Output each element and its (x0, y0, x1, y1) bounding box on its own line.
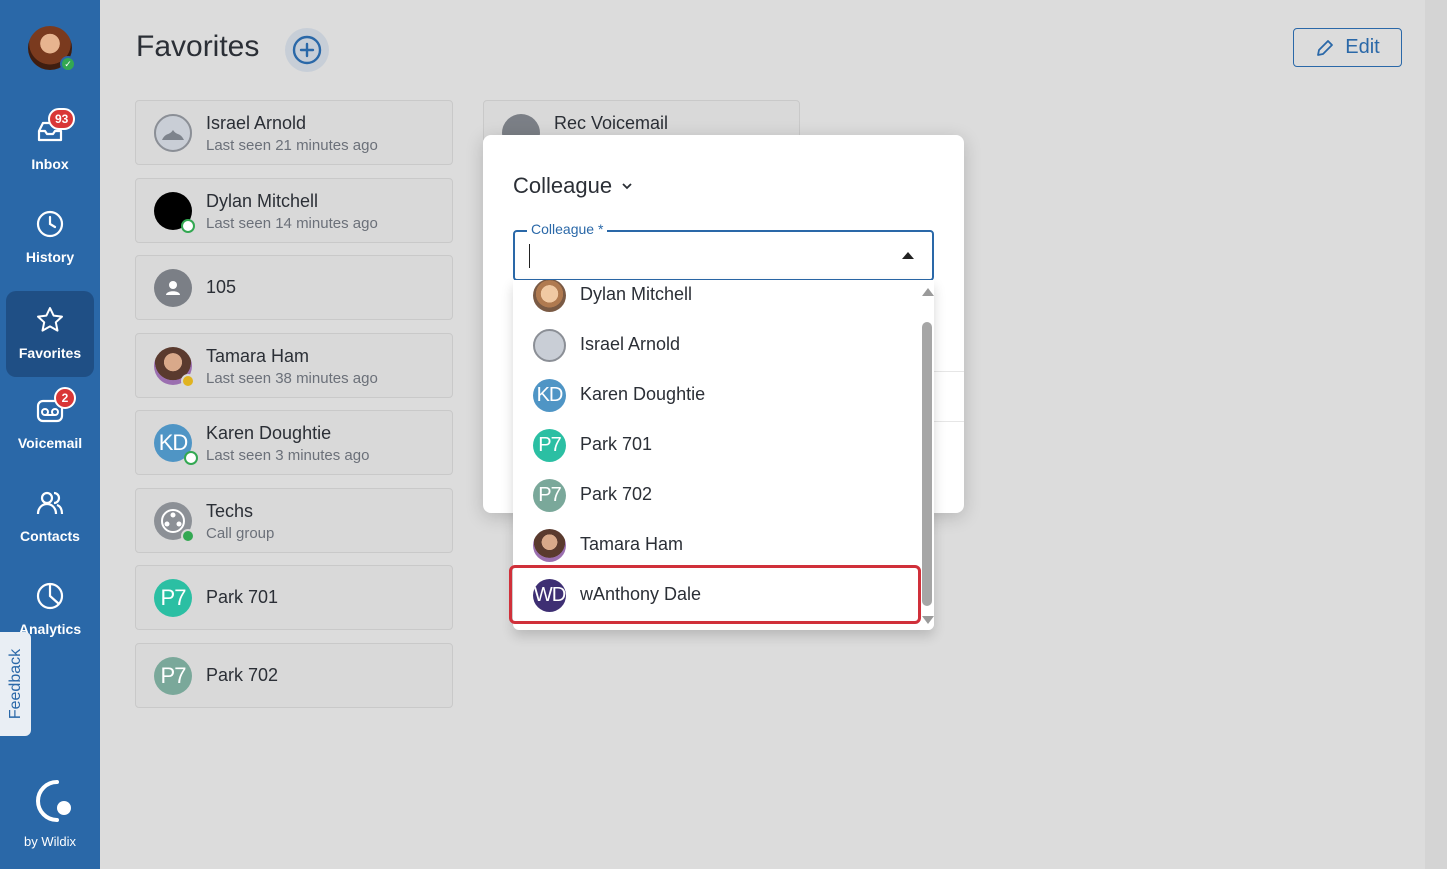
nav-inbox[interactable]: 93 Inbox (6, 102, 94, 188)
avatar (533, 529, 566, 562)
favorite-card[interactable]: Dylan Mitchell Last seen 14 minutes ago (135, 178, 453, 243)
nav-voicemail-label: Voicemail (17, 435, 83, 451)
option-dylan-mitchell[interactable]: Dylan Mitchell (513, 280, 917, 320)
favorite-type-label: Colleague (513, 173, 613, 198)
favorite-name: Rec Voicemail (554, 113, 669, 133)
scroll-down-icon[interactable] (922, 616, 934, 624)
scrollbar-thumb[interactable] (922, 322, 932, 606)
favorite-card[interactable]: Rec Voicemail (483, 100, 800, 152)
online-status-icon (184, 451, 198, 465)
nav-inbox-label: Inbox (31, 156, 69, 172)
edit-button[interactable]: Edit (1293, 28, 1402, 67)
option-tamara-ham[interactable]: Tamara Ham (513, 520, 917, 570)
favorite-card[interactable]: Israel Arnold Last seen 21 minutes ago (135, 100, 453, 165)
plus-circle-icon (292, 35, 322, 65)
avatar (154, 192, 195, 233)
avatar (154, 269, 192, 307)
favorite-card[interactable]: 105 (135, 255, 453, 320)
nav-favorites-label: Favorites (18, 345, 82, 361)
favorite-card[interactable]: Techs Call group (135, 488, 453, 553)
chevron-down-icon (622, 183, 632, 190)
avatar: P7 (533, 429, 566, 462)
divider (934, 421, 964, 422)
star-icon (37, 307, 63, 332)
feedback-label: Feedback (6, 648, 24, 720)
favorite-name: Tamara Ham (206, 346, 310, 366)
sidebar: ✓ 93 Inbox History Favorites 2 Voicemail (0, 0, 100, 869)
favorite-card[interactable]: KD Karen Doughtie Last seen 3 minutes ag… (135, 410, 453, 475)
nav-history-label: History (25, 249, 75, 265)
option-label: Park 701 (580, 434, 653, 454)
nav-contacts-label: Contacts (20, 528, 80, 544)
favorite-card[interactable]: Tamara Ham Last seen 38 minutes ago (135, 333, 453, 398)
avatar (154, 114, 192, 152)
favorite-name: Israel Arnold (206, 113, 307, 133)
analytics-icon (36, 582, 64, 610)
favorite-status-text: Call group (206, 525, 275, 542)
favorite-card[interactable]: P7 Park 701 (135, 565, 453, 630)
user-avatar[interactable]: ✓ (28, 26, 76, 72)
favorite-name: Techs (206, 501, 254, 521)
avatar (154, 347, 195, 388)
avatar: KD (533, 379, 566, 412)
avatar: P7 (154, 657, 192, 695)
add-favorite-button[interactable] (285, 28, 329, 72)
feedback-tab[interactable]: Feedback (0, 632, 31, 736)
option-label: Park 702 (580, 484, 653, 504)
favorite-name: Park 702 (206, 665, 279, 685)
caret-up-icon[interactable] (902, 252, 914, 259)
option-karen-doughtie[interactable]: KD Karen Doughtie (513, 370, 917, 420)
favorite-card[interactable]: P7 Park 702 (135, 643, 453, 708)
avatar (533, 280, 566, 312)
favorite-status-text: Last seen 38 minutes ago (206, 370, 378, 387)
option-israel-arnold[interactable]: Israel Arnold (513, 320, 917, 370)
nav-history[interactable]: History (6, 195, 94, 281)
person-icon (166, 281, 180, 295)
nav-contacts[interactable]: Contacts (6, 474, 94, 560)
option-park-702[interactable]: P7 Park 702 (513, 470, 917, 520)
option-park-701[interactable]: P7 Park 701 (513, 420, 917, 470)
nav-voicemail[interactable]: 2 Voicemail (6, 381, 94, 467)
favorite-name: Dylan Mitchell (206, 191, 319, 211)
scroll-up-icon[interactable] (922, 288, 934, 296)
voicemail-badge: 2 (54, 387, 76, 409)
online-status-icon (181, 529, 195, 543)
avatar (533, 329, 566, 362)
page-title: Favorites (136, 30, 260, 63)
scrollbar-gutter (1425, 0, 1447, 869)
edit-label: Edit (1345, 36, 1380, 58)
avatar: P7 (533, 479, 566, 512)
colleague-input[interactable] (529, 244, 869, 268)
divider (934, 371, 964, 372)
nav-favorites[interactable]: Favorites (6, 291, 94, 377)
avatar (154, 502, 195, 543)
away-status-icon (181, 374, 195, 388)
colleague-field-label: Colleague * (527, 221, 608, 237)
option-label: Karen Doughtie (580, 384, 706, 404)
favorite-name: Park 701 (206, 587, 279, 607)
favorite-type-select[interactable]: Colleague (513, 173, 634, 199)
contacts-icon (36, 491, 64, 515)
favorite-status-text: Last seen 14 minutes ago (206, 215, 378, 232)
favorite-name: Karen Doughtie (206, 423, 332, 443)
option-label: Dylan Mitchell (580, 284, 693, 304)
brand-label: by Wildix (23, 834, 76, 849)
pencil-icon (1317, 39, 1334, 56)
inbox-badge: 93 (48, 108, 76, 130)
online-status-icon (181, 219, 195, 233)
wildix-logo-icon (36, 780, 71, 822)
option-label: Israel Arnold (580, 334, 681, 354)
clock-icon (36, 210, 64, 238)
option-label: Tamara Ham (580, 534, 684, 554)
favorite-name: 105 (206, 277, 237, 297)
avatar: P7 (154, 579, 192, 617)
colleague-field[interactable]: Colleague * (513, 221, 934, 281)
favorite-status-text: Last seen 21 minutes ago (206, 137, 378, 154)
online-status-icon: ✓ (60, 56, 76, 72)
highlight-box (509, 565, 921, 624)
favorite-status-text: Last seen 3 minutes ago (206, 447, 370, 464)
